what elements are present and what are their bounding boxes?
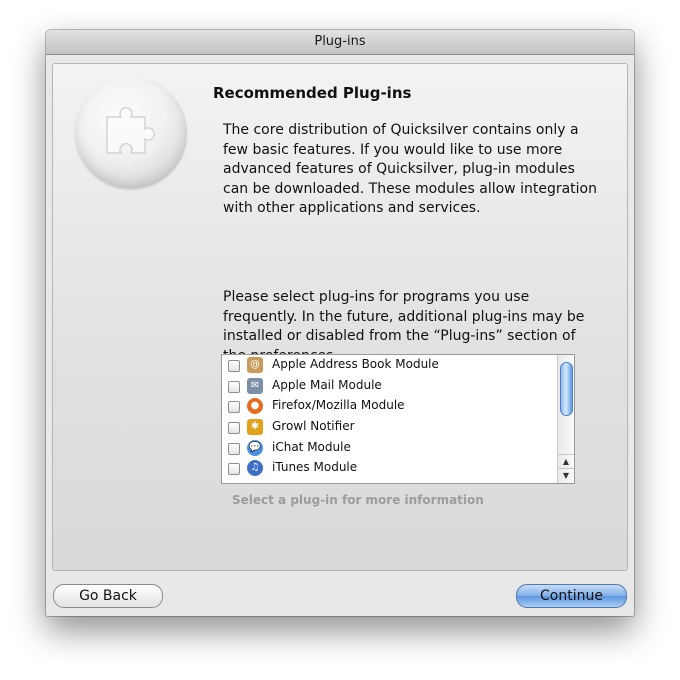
vertical-scrollbar[interactable]: ▲ ▼: [557, 355, 574, 483]
intro-paragraph: The core distribution of Quicksilver con…: [223, 122, 597, 216]
list-item[interactable]: 💬 iChat Module: [222, 438, 556, 459]
mail-icon: ✉: [247, 377, 263, 394]
list-item[interactable]: ✱ Growl Notifier: [222, 417, 556, 438]
plugin-checkbox[interactable]: [228, 360, 240, 372]
plugin-label: Firefox/Mozilla Module: [272, 398, 405, 413]
list-item[interactable]: ♫ iTunes Module: [222, 458, 556, 479]
puzzle-icon-graphic: [106, 107, 155, 154]
ichat-icon: 💬: [247, 439, 263, 456]
itunes-icon: ♫: [247, 460, 263, 477]
plugin-list[interactable]: @ Apple Address Book Module ✉ Apple Mail…: [221, 354, 575, 484]
scroll-down-arrow-icon[interactable]: ▼: [558, 468, 574, 483]
continue-button[interactable]: Continue: [516, 584, 627, 608]
list-item[interactable]: ✉ Apple Mail Module: [222, 376, 556, 397]
plugin-checkbox[interactable]: [228, 380, 240, 393]
plugin-checkbox[interactable]: [228, 401, 240, 414]
page-title: Recommended Plug-ins: [213, 84, 412, 102]
scrollbar-thumb[interactable]: [560, 362, 573, 416]
scroll-up-arrow-icon[interactable]: ▲: [558, 454, 574, 469]
plugin-label: iChat Module: [272, 439, 351, 454]
puzzle-piece-icon: [75, 77, 187, 189]
plugin-checkbox[interactable]: [228, 442, 240, 455]
go-back-button[interactable]: Go Back: [53, 584, 163, 608]
plugin-checkbox[interactable]: [228, 422, 240, 435]
plugins-window: Plug-ins Recommended Plug-ins The core d…: [46, 30, 634, 616]
growl-icon: ✱: [247, 419, 263, 436]
firefox-icon: ●: [247, 398, 263, 415]
plugin-checkbox[interactable]: [228, 463, 240, 476]
address-book-icon: @: [247, 357, 263, 373]
plugin-label: Apple Address Book Module: [272, 357, 439, 371]
plugin-label: iTunes Module: [272, 460, 358, 475]
plugin-label: Apple Mail Module: [272, 377, 382, 392]
window-title: Plug-ins: [46, 30, 634, 55]
list-item[interactable]: ● Firefox/Mozilla Module: [222, 396, 556, 417]
list-item[interactable]: @ Apple Address Book Module: [222, 355, 556, 376]
plugin-label: Growl Notifier: [272, 419, 355, 434]
selection-hint: Select a plug-in for more information: [232, 493, 484, 507]
